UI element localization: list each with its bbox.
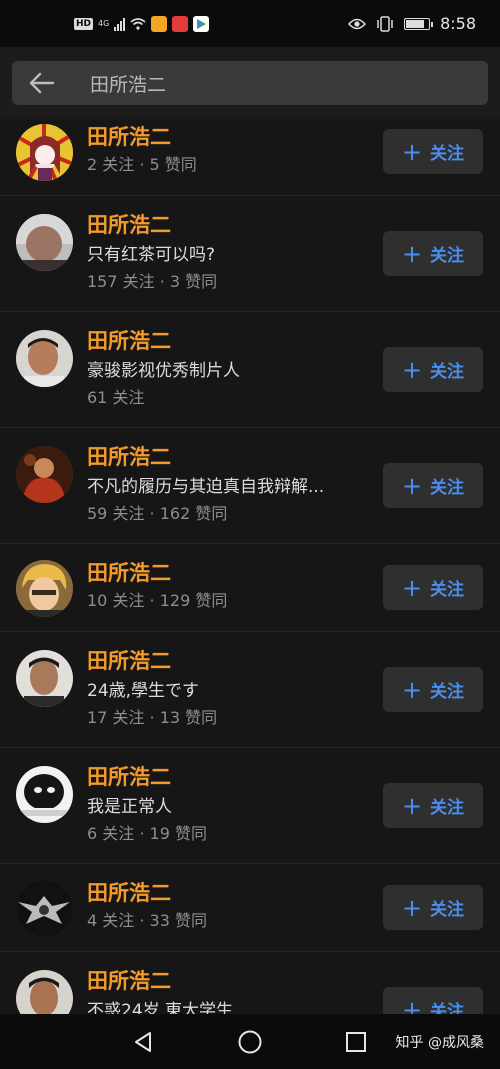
user-stats: 6 关注 · 19 赞同 bbox=[87, 824, 207, 843]
home-icon bbox=[238, 1030, 262, 1053]
status-bar: HD 4G 8:58 bbox=[0, 0, 500, 47]
eye-icon bbox=[348, 18, 367, 29]
follow-button[interactable]: + 关注 bbox=[383, 783, 483, 828]
search-box[interactable]: 田所浩二 bbox=[12, 61, 488, 105]
user-name[interactable]: 田所浩二 bbox=[87, 968, 233, 994]
user-stats: 17 关注 · 13 赞同 bbox=[87, 708, 218, 727]
hd-indicator: HD bbox=[74, 17, 94, 30]
avatar[interactable] bbox=[16, 766, 73, 823]
avatar[interactable] bbox=[16, 560, 73, 617]
user-name[interactable]: 田所浩二 bbox=[87, 328, 240, 354]
user-bio: 24歳,學生です bbox=[87, 681, 200, 701]
user-row[interactable]: 田所浩二 豪骏影视优秀制片人 61 关注 + 关注 bbox=[0, 312, 500, 428]
user-name[interactable]: 田所浩二 bbox=[87, 124, 197, 150]
user-name[interactable]: 田所浩二 bbox=[87, 764, 207, 790]
user-bio: 豪骏影视优秀制片人 bbox=[87, 361, 240, 381]
plus-icon: + bbox=[401, 355, 423, 384]
plus-icon: + bbox=[401, 573, 423, 602]
vibrate-icon bbox=[377, 15, 393, 32]
user-row[interactable]: 田所浩二 只有红茶可以吗? 157 关注 · 3 赞同 + 关注 bbox=[0, 196, 500, 312]
user-name[interactable]: 田所浩二 bbox=[87, 212, 217, 238]
follow-button[interactable]: + 关注 bbox=[383, 463, 483, 508]
avatar[interactable] bbox=[16, 880, 73, 937]
user-row[interactable]: 田所浩二 10 关注 · 129 赞同 + 关注 bbox=[0, 544, 500, 632]
app-notification-icon bbox=[172, 15, 189, 32]
app-notification-icon bbox=[151, 15, 168, 32]
user-name[interactable]: 田所浩二 bbox=[87, 444, 324, 470]
plus-icon: + bbox=[401, 791, 423, 820]
user-bio: 只有红茶可以吗? bbox=[87, 245, 216, 265]
plus-icon: + bbox=[401, 893, 423, 922]
play-store-icon bbox=[193, 15, 210, 32]
follow-button[interactable]: + 关注 bbox=[383, 231, 483, 276]
watermark: 知乎 @成风桑 bbox=[395, 1034, 484, 1051]
back-button[interactable] bbox=[12, 61, 72, 105]
avatar[interactable] bbox=[16, 214, 73, 271]
nav-back-button[interactable] bbox=[113, 1014, 173, 1069]
network-type: 4G bbox=[98, 18, 110, 28]
user-stats: 2 关注 · 5 赞同 bbox=[87, 155, 197, 174]
user-bio: 我是正常人 bbox=[87, 797, 172, 817]
avatar[interactable] bbox=[16, 446, 73, 503]
follow-button[interactable]: + 关注 bbox=[383, 347, 483, 392]
nav-home-button[interactable] bbox=[220, 1014, 280, 1069]
plus-icon: + bbox=[401, 239, 423, 268]
user-row[interactable]: 田所浩二 我是正常人 6 关注 · 19 赞同 + 关注 bbox=[0, 748, 500, 864]
clock: 8:58 bbox=[440, 14, 476, 33]
plus-icon: + bbox=[401, 471, 423, 500]
user-stats: 61 关注 bbox=[87, 388, 145, 407]
avatar[interactable] bbox=[16, 650, 73, 707]
user-row[interactable]: 田所浩二 不凡的履历与其迫真自我辩解... 59 关注 · 162 赞同 + 关注 bbox=[0, 428, 500, 544]
follow-button[interactable]: + 关注 bbox=[383, 885, 483, 930]
arrow-left-icon bbox=[29, 72, 55, 94]
signal-icon bbox=[114, 17, 126, 31]
plus-icon: + bbox=[401, 137, 423, 166]
user-row[interactable]: 田所浩二 4 关注 · 33 赞同 + 关注 bbox=[0, 864, 500, 952]
user-stats: 10 关注 · 129 赞同 bbox=[87, 591, 228, 610]
navigation-bar: 知乎 @成风桑 bbox=[0, 1014, 500, 1069]
wifi-icon bbox=[130, 17, 146, 30]
back-icon bbox=[135, 1031, 151, 1052]
follow-button[interactable]: + 关注 bbox=[383, 565, 483, 610]
user-name[interactable]: 田所浩二 bbox=[87, 560, 227, 586]
avatar[interactable] bbox=[16, 124, 73, 181]
user-name[interactable]: 田所浩二 bbox=[87, 880, 207, 906]
battery-icon bbox=[404, 17, 434, 30]
user-row[interactable]: 田所浩二 24歳,學生です 17 关注 · 13 赞同 + 关注 bbox=[0, 632, 500, 748]
user-stats: 4 关注 · 33 赞同 bbox=[87, 911, 207, 930]
follow-button[interactable]: + 关注 bbox=[383, 667, 483, 712]
user-stats: 157 关注 · 3 赞同 bbox=[87, 272, 218, 291]
user-row[interactable]: 田所浩二 2 关注 · 5 赞同 + 关注 bbox=[0, 119, 500, 196]
recents-icon bbox=[346, 1031, 366, 1052]
user-name[interactable]: 田所浩二 bbox=[87, 648, 217, 674]
plus-icon: + bbox=[401, 675, 423, 704]
avatar[interactable] bbox=[16, 330, 73, 387]
user-bio: 不凡的履历与其迫真自我辩解... bbox=[87, 477, 325, 497]
search-input[interactable]: 田所浩二 bbox=[90, 70, 166, 97]
search-header: 田所浩二 bbox=[0, 47, 500, 119]
follow-button[interactable]: + 关注 bbox=[383, 129, 483, 174]
user-results-list: 田所浩二 2 关注 · 5 赞同 + 关注 田所浩二 只有红茶可以吗? 157 关… bbox=[0, 119, 500, 1068]
user-stats: 59 关注 · 162 赞同 bbox=[87, 504, 228, 523]
nav-recents-button[interactable] bbox=[326, 1014, 386, 1069]
